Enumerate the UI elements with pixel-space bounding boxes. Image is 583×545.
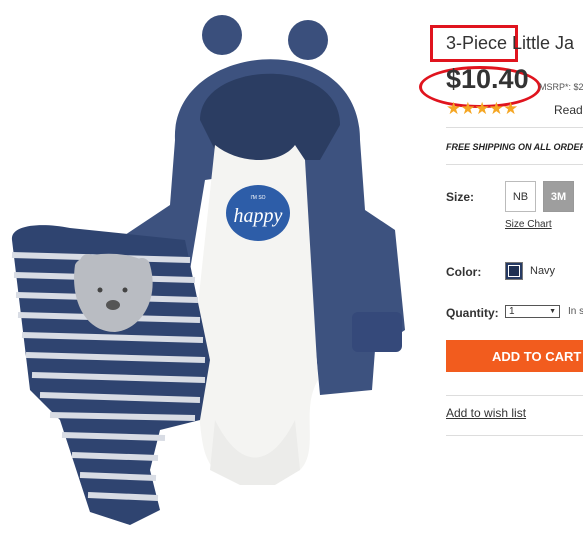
color-name: Navy: [530, 265, 556, 277]
chevron-down-icon: ▼: [549, 308, 556, 315]
add-to-cart-button[interactable]: ADD TO CART: [446, 340, 583, 372]
rating-stars: ★★★★★: [446, 99, 518, 118]
product-price: $10.40: [446, 64, 529, 94]
shipping-note: FREE SHIPPING ON ALL ORDER: [446, 142, 583, 152]
bodysuit-graphic-text: happy: [234, 205, 283, 227]
size-chart-link[interactable]: Size Chart: [505, 219, 552, 230]
read-reviews-link[interactable]: Read: [554, 103, 583, 117]
size-label: Size:: [446, 190, 475, 204]
color-swatch-inner: [508, 265, 520, 277]
quantity-value: 1: [509, 306, 515, 317]
color-swatch-navy[interactable]: [505, 262, 523, 280]
product-title: 3-Piece Little Ja: [446, 33, 575, 53]
divider: [446, 435, 583, 436]
bodysuit-illustration: I'M SO happy: [190, 145, 318, 485]
color-label: Color:: [446, 265, 482, 279]
divider: [446, 127, 583, 128]
divider: [446, 395, 583, 396]
quantity-label: Quantity:: [446, 306, 499, 320]
size-option-3m[interactable]: 3M: [543, 181, 574, 212]
bodysuit-small-text: I'M SO: [250, 195, 265, 201]
product-info-panel: 3-Piece Little Ja $10.40 MSRP*: $26 ★★★★…: [446, 0, 583, 545]
size-option-nb[interactable]: NB: [505, 181, 536, 212]
product-image: I'M SO happy: [11, 15, 405, 525]
divider: [446, 164, 583, 165]
add-to-wishlist-link[interactable]: Add to wish list: [446, 406, 526, 420]
stock-status: In s: [568, 306, 583, 317]
quantity-select[interactable]: 1 ▼: [505, 305, 560, 318]
msrp-text: MSRP*: $26: [539, 82, 583, 92]
pants-illustration: [11, 225, 211, 525]
